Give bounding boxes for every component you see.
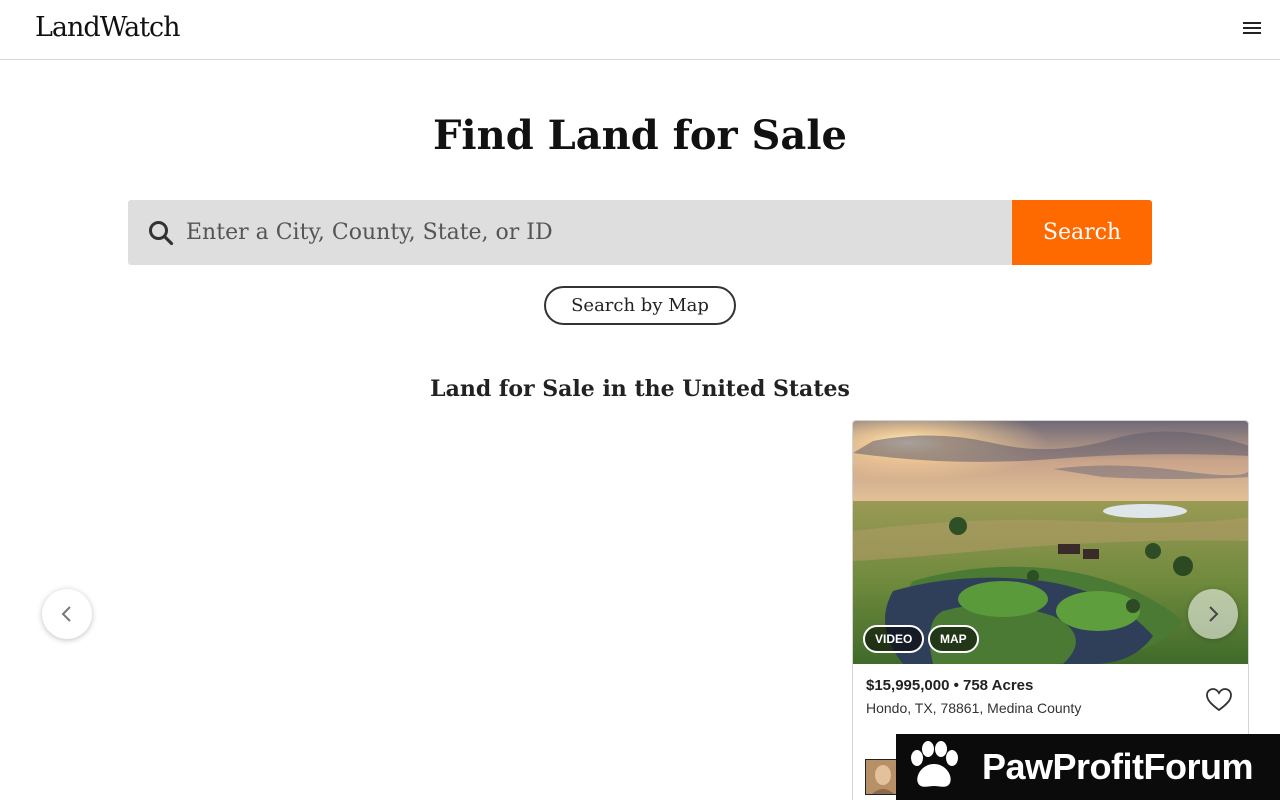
listing-price-acres: $15,995,000 • 758 Acres	[866, 677, 1034, 694]
watermark-banner: PawProfitForum	[896, 734, 1280, 800]
site-header: LandWatch	[0, 0, 1280, 60]
chevron-left-icon	[61, 606, 71, 622]
page-title: Find Land for Sale	[433, 112, 847, 159]
search-bar: Search	[128, 200, 1152, 265]
carousel-prev-button[interactable]	[42, 589, 92, 639]
map-tag[interactable]: MAP	[928, 625, 979, 653]
search-field	[128, 200, 1012, 265]
search-by-map-button[interactable]: Search by Map	[544, 286, 736, 325]
hamburger-menu-icon[interactable]	[1238, 16, 1266, 44]
video-tag[interactable]: VIDEO	[863, 625, 925, 653]
heart-icon[interactable]	[1205, 687, 1233, 713]
chevron-right-icon	[1209, 606, 1219, 622]
section-title: Land for Sale in the United States	[430, 376, 850, 402]
agent-avatar[interactable]	[865, 759, 899, 795]
search-input[interactable]	[186, 200, 996, 265]
watermark-text: PawProfitForum	[982, 746, 1254, 787]
paw-icon	[911, 741, 958, 787]
listing-location: Hondo, TX, 78861, Medina County	[866, 700, 1082, 716]
search-icon	[149, 221, 174, 246]
search-button[interactable]: Search	[1012, 200, 1152, 265]
landwatch-logo[interactable]: LandWatch	[35, 12, 181, 43]
carousel-next-button[interactable]	[1188, 589, 1238, 639]
